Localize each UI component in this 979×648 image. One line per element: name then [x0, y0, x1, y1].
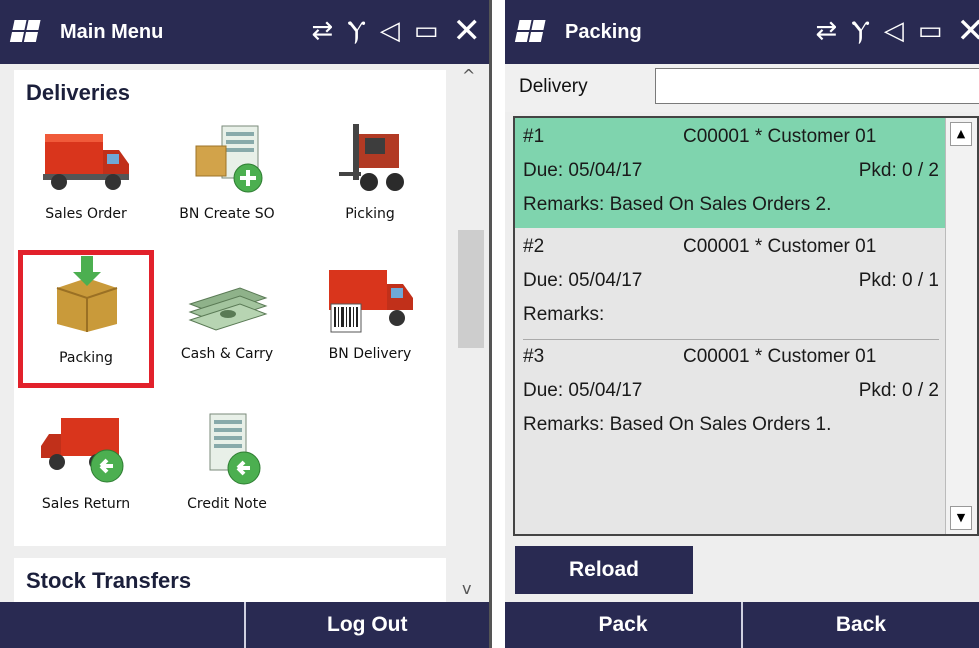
money-icon [188, 287, 268, 331]
window-title: Packing [565, 20, 642, 43]
list-scrollbar[interactable]: ▲ ▼ [945, 118, 977, 534]
bottom-bar: Log Out [0, 602, 489, 648]
tile-cash-and-carry[interactable]: Cash & Carry [159, 256, 295, 384]
windows-logo-icon[interactable] [9, 20, 44, 44]
speaker-muted-icon: ◁ [883, 16, 904, 46]
item-due: Due: 05/04/17 [523, 270, 643, 291]
scroll-up-icon[interactable]: ▲ [950, 122, 972, 146]
menu-content: Deliveries Sales Order BN Create SO Pick… [0, 64, 452, 602]
tile-sales-order[interactable]: Sales Order [18, 116, 154, 244]
status-icons: ⇄ Ⲩ ◁ ▭ ✕ [815, 14, 979, 48]
invoice-add-icon [195, 125, 263, 193]
packing-screen: Packing ⇄ Ⲩ ◁ ▭ ✕ Delivery #1 C00001 * Cu… [505, 0, 979, 648]
truck-barcode-icon [329, 270, 413, 333]
list-item[interactable]: #3 C00001 * Customer 01 Due: 05/04/17 Pkd:… [515, 342, 947, 452]
item-packed: Pkd: 0 / 2 [858, 160, 939, 181]
tile-label: Sales Return [41, 496, 131, 512]
speaker-muted-icon: ◁ [379, 16, 400, 46]
tile-bn-create-so[interactable]: BN Create SO [159, 116, 295, 244]
item-customer: C00001 * Customer 01 [683, 126, 877, 147]
tile-label: Cash & Carry [180, 346, 274, 362]
connectivity-icon: ⇄ [311, 16, 334, 46]
titlebar: Main Menu ⇄ Ⲩ ◁ ▭ ✕ [0, 0, 489, 64]
item-remarks: Remarks: Based On Sales Orders 1. [523, 414, 832, 435]
item-remarks: Remarks: [523, 304, 605, 325]
section-title-stock-transfers: Stock Transfers [26, 568, 192, 593]
windows-logo-icon[interactable] [514, 20, 549, 44]
close-icon[interactable]: ✕ [453, 14, 482, 48]
list-item[interactable]: #1 C00001 * Customer 01 Due: 05/04/17 Pkd:… [515, 118, 947, 228]
left-softkey[interactable] [0, 602, 246, 648]
item-due: Due: 05/04/17 [523, 160, 643, 181]
item-customer: C00001 * Customer 01 [683, 346, 877, 367]
scroll-down-icon[interactable]: ▼ [950, 506, 972, 530]
screen-divider [492, 0, 505, 648]
scroll-down-icon[interactable]: v [462, 579, 471, 598]
tile-label: Sales Order [45, 206, 127, 222]
close-icon[interactable]: ✕ [957, 14, 979, 48]
truck-return-icon [41, 418, 124, 483]
item-number: #3 [523, 346, 545, 367]
item-number: #2 [523, 236, 545, 257]
tile-label: Credit Note [187, 496, 267, 512]
battery-icon: ▭ [413, 16, 439, 46]
item-remarks: Remarks: Based On Sales Orders 2. [523, 194, 832, 215]
section-title-deliveries: Deliveries [26, 80, 130, 105]
scroll-up-icon[interactable]: ^ [462, 66, 475, 85]
item-separator [523, 339, 939, 340]
item-packed: Pkd: 0 / 1 [858, 270, 939, 291]
main-menu-screen: Main Menu ⇄ Ⲩ ◁ ▭ ✕ Deliveries Sales Ord… [0, 0, 492, 648]
back-button[interactable]: Back [743, 602, 979, 648]
tile-label: BN Create SO [179, 206, 275, 222]
no-signal-icon: Ⲩ [851, 16, 870, 46]
delivery-row: Delivery [505, 64, 979, 112]
tile-label: BN Delivery [328, 346, 412, 362]
reload-button[interactable]: Reload [515, 546, 693, 594]
tile-picking[interactable]: Picking [302, 116, 438, 244]
deliveries-section: Deliveries Sales Order BN Create SO Pick… [14, 70, 446, 546]
invoice-return-icon [209, 413, 261, 485]
status-icons: ⇄ Ⲩ ◁ ▭ ✕ [311, 14, 482, 48]
tile-credit-note[interactable]: Credit Note [159, 406, 295, 534]
no-signal-icon: Ⲩ [347, 16, 366, 46]
battery-icon: ▭ [917, 16, 943, 46]
logout-button[interactable]: Log Out [246, 602, 490, 648]
menu-scrollbar[interactable]: ^ v [452, 64, 489, 602]
pack-button[interactable]: Pack [505, 602, 743, 648]
tile-bn-delivery[interactable]: BN Delivery [302, 256, 438, 384]
bottom-bar: Pack Back [505, 602, 979, 648]
item-due: Due: 05/04/17 [523, 380, 643, 401]
delivery-label: Delivery [519, 76, 588, 97]
connectivity-icon: ⇄ [815, 16, 838, 46]
tile-label: Picking [345, 206, 395, 222]
item-packed: Pkd: 0 / 2 [858, 380, 939, 401]
titlebar: Packing ⇄ Ⲩ ◁ ▭ ✕ [505, 0, 979, 64]
delivery-input[interactable] [655, 68, 979, 104]
forklift-icon [339, 124, 404, 191]
tile-sales-return[interactable]: Sales Return [18, 406, 154, 534]
scroll-thumb[interactable] [458, 230, 484, 348]
tile-label: Packing [59, 350, 113, 366]
truck-icon [43, 134, 129, 190]
box-arrow-icon [56, 256, 118, 332]
item-number: #1 [523, 126, 545, 147]
window-title: Main Menu [60, 20, 164, 43]
list-item[interactable]: #2 C00001 * Customer 01 Due: 05/04/17 Pkd:… [515, 230, 947, 340]
tile-packing[interactable]: Packing [18, 250, 154, 388]
item-customer: C00001 * Customer 01 [683, 236, 877, 257]
delivery-list: #1 C00001 * Customer 01 Due: 05/04/17 Pkd:… [513, 116, 979, 536]
stock-transfers-section: Stock Transfers [14, 558, 446, 602]
